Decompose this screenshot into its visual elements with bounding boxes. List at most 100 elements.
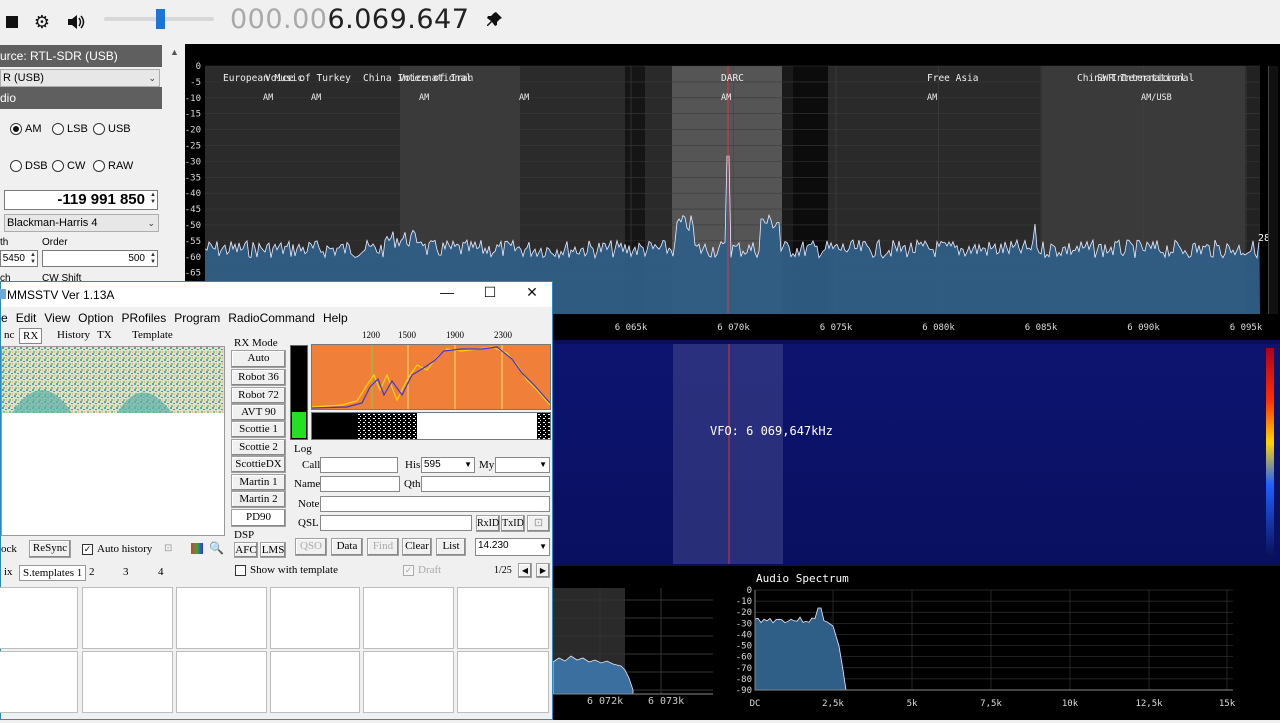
station-name-label[interactable]: SWR International: [1097, 73, 1194, 84]
clear-button[interactable]: Clear: [402, 538, 432, 556]
data-button[interactable]: Data: [331, 538, 363, 556]
log-extra-button[interactable]: ⊡: [527, 515, 550, 532]
menu-help[interactable]: Help: [319, 308, 352, 328]
tab-template[interactable]: Template: [129, 328, 176, 344]
source-select[interactable]: R (USB) ⌄: [0, 69, 160, 87]
speaker-icon[interactable]: [64, 10, 88, 34]
stop-icon[interactable]: [0, 10, 24, 34]
txid-button[interactable]: TxID: [501, 515, 525, 532]
draft-checkbox[interactable]: ✓: [403, 565, 414, 576]
color-icon[interactable]: [191, 543, 203, 554]
lms-button[interactable]: LMS: [260, 542, 286, 558]
template-slot[interactable]: [0, 587, 78, 649]
template-slot[interactable]: [270, 651, 360, 713]
lock-label[interactable]: ock: [1, 543, 17, 555]
tab-stemplates-1[interactable]: S.templates 1: [19, 565, 87, 581]
qth-input[interactable]: [421, 476, 550, 492]
qsl-input[interactable]: [320, 515, 472, 531]
menu-profiles[interactable]: PRofiles: [118, 308, 171, 328]
mode-cw-radio[interactable]: CW: [52, 160, 85, 172]
tab-stemplates-2[interactable]: 2: [86, 565, 98, 581]
spin-arrows-icon[interactable]: ▲ ▼: [148, 192, 156, 206]
rx-image-area[interactable]: [1, 346, 225, 536]
mode-lsb-radio[interactable]: LSB: [52, 123, 88, 135]
gear-icon[interactable]: ⚙: [30, 10, 54, 34]
mode-martin1-button[interactable]: Martin 1: [231, 474, 286, 491]
zoom-fft-panel[interactable]: 6 072k 6 073k: [552, 566, 733, 720]
source-header[interactable]: urce: RTL-SDR (USB): [0, 45, 162, 67]
tab-stemplates-3[interactable]: 3: [120, 565, 132, 581]
spectrum-scrollbar[interactable]: [1268, 66, 1278, 314]
zoom-icon[interactable]: 🔍: [209, 541, 224, 555]
spin-arrows-icon[interactable]: ▲ ▼: [28, 252, 36, 266]
mode-scottie1-button[interactable]: Scottie 1: [231, 421, 286, 438]
menu-radiocommand[interactable]: RadioCommand: [224, 308, 319, 328]
station-name-label[interactable]: Voice of Iran: [399, 73, 473, 84]
mode-martin2-button[interactable]: Martin 2: [231, 491, 286, 508]
menu-edit[interactable]: Edit: [12, 308, 41, 328]
station-name-label[interactable]: DARC: [721, 73, 744, 84]
mode-robot72-button[interactable]: Robot 72: [231, 387, 286, 404]
tab-history[interactable]: History: [54, 328, 93, 344]
afc-button[interactable]: AFC: [234, 542, 258, 558]
scroll-up-icon[interactable]: ▲: [170, 47, 179, 57]
tab-mix[interactable]: ix: [1, 565, 16, 581]
mode-am-radio[interactable]: AM: [10, 123, 42, 135]
show-template-checkbox[interactable]: [235, 565, 246, 576]
mode-pd90-button[interactable]: PD90: [231, 509, 286, 527]
next-page-button[interactable]: ▶: [536, 563, 550, 578]
resync-button[interactable]: ReSync: [29, 540, 71, 558]
minimize-button[interactable]: —: [432, 284, 462, 300]
tab-tx[interactable]: TX: [94, 328, 115, 344]
menu-option[interactable]: Option: [74, 308, 117, 328]
band-select[interactable]: 14.230 ▼: [475, 538, 550, 556]
spin-arrows-icon[interactable]: ▲ ▼: [148, 252, 156, 266]
mode-auto-button[interactable]: Auto: [231, 350, 286, 368]
waterfall-display[interactable]: VFO: 6 069,647kHz: [553, 340, 1280, 566]
list-button[interactable]: List: [436, 538, 466, 556]
order-input[interactable]: 500 ▲ ▼: [42, 250, 158, 267]
volume-slider-thumb[interactable]: [156, 9, 165, 29]
template-slot[interactable]: [82, 651, 173, 713]
mmsstv-titlebar[interactable]: MMSSTV Ver 1.13A — ☐ ✕: [0, 282, 552, 307]
prev-page-button[interactable]: ◀: [518, 563, 532, 578]
tab-rx[interactable]: RX: [19, 328, 43, 344]
mode-usb-radio[interactable]: USB: [93, 123, 131, 135]
pin-icon[interactable]: [486, 10, 504, 33]
maximize-button[interactable]: ☐: [475, 284, 505, 301]
tab-stemplates-4[interactable]: 4: [155, 565, 167, 581]
his-rst-select[interactable]: 595 ▼: [421, 457, 475, 473]
template-slot[interactable]: [0, 651, 78, 713]
station-name-label[interactable]: Voice of Turkey: [265, 73, 351, 84]
menu-view[interactable]: View: [40, 308, 74, 328]
template-slot[interactable]: [270, 587, 360, 649]
template-slot[interactable]: [82, 587, 173, 649]
bandwidth-input[interactable]: 5450 ▲ ▼: [0, 250, 38, 267]
mode-robot36-button[interactable]: Robot 36: [231, 369, 286, 386]
radio-header[interactable]: dio: [0, 87, 162, 109]
template-slot[interactable]: [176, 587, 267, 649]
close-button[interactable]: ✕: [517, 284, 547, 301]
audio-spectrum-panel[interactable]: Audio Spectrum 0 -10 -20 -30 -40 -50 -60 -70 -80…: [733, 566, 1280, 720]
template-slot[interactable]: [457, 587, 549, 649]
name-input[interactable]: [320, 476, 400, 492]
find-button[interactable]: Find: [367, 538, 399, 556]
call-input[interactable]: [320, 457, 398, 473]
mode-dsb-radio[interactable]: DSB: [10, 160, 48, 172]
template-slot[interactable]: [363, 587, 454, 649]
shift-input[interactable]: -119 991 850 ▲ ▼: [4, 190, 158, 210]
tab-sync[interactable]: nc: [1, 328, 17, 344]
mode-avt90-button[interactable]: AVT 90: [231, 404, 286, 421]
filter-type-select[interactable]: Blackman-Harris 4 ⌄: [4, 214, 159, 232]
template-slot[interactable]: [176, 651, 267, 713]
history-icon[interactable]: ⊡: [164, 543, 172, 554]
menu-file[interactable]: e: [1, 308, 12, 328]
qso-button[interactable]: QSO: [295, 538, 327, 556]
template-slot[interactable]: [363, 651, 454, 713]
station-name-label[interactable]: Free Asia: [927, 73, 978, 84]
auto-history-checkbox[interactable]: ✓: [82, 544, 93, 555]
my-rst-select[interactable]: ▼: [495, 457, 550, 473]
mode-scottie2-button[interactable]: Scottie 2: [231, 439, 286, 456]
template-slot[interactable]: [457, 651, 549, 713]
mode-raw-radio[interactable]: RAW: [93, 160, 133, 172]
